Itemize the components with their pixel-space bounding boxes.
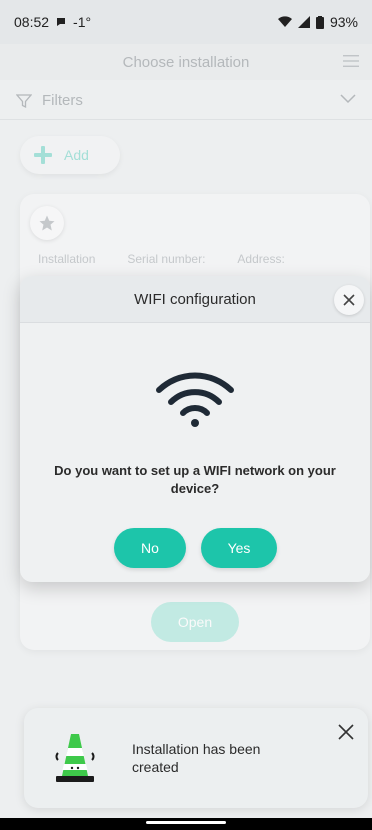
wifi-configuration-dialog: WIFI configuration Do you want to set up… [20, 276, 370, 582]
no-button[interactable]: No [114, 528, 186, 568]
dialog-close-button[interactable] [334, 285, 364, 315]
yes-button[interactable]: Yes [201, 528, 277, 568]
wifi-icon [156, 372, 234, 427]
traffic-cone-icon [55, 734, 95, 782]
close-icon [343, 294, 355, 306]
toast-notification: Installation has been created [24, 708, 368, 808]
dialog-header: WIFI configuration [20, 276, 370, 323]
toast-message: Installation has been created [132, 741, 261, 775]
close-icon[interactable] [336, 722, 356, 742]
home-handle[interactable] [146, 821, 226, 824]
dialog-title: WIFI configuration [134, 290, 256, 308]
system-navigation-bar [0, 818, 372, 830]
dialog-question: Do you want to set up a WIFI network on … [54, 463, 336, 496]
